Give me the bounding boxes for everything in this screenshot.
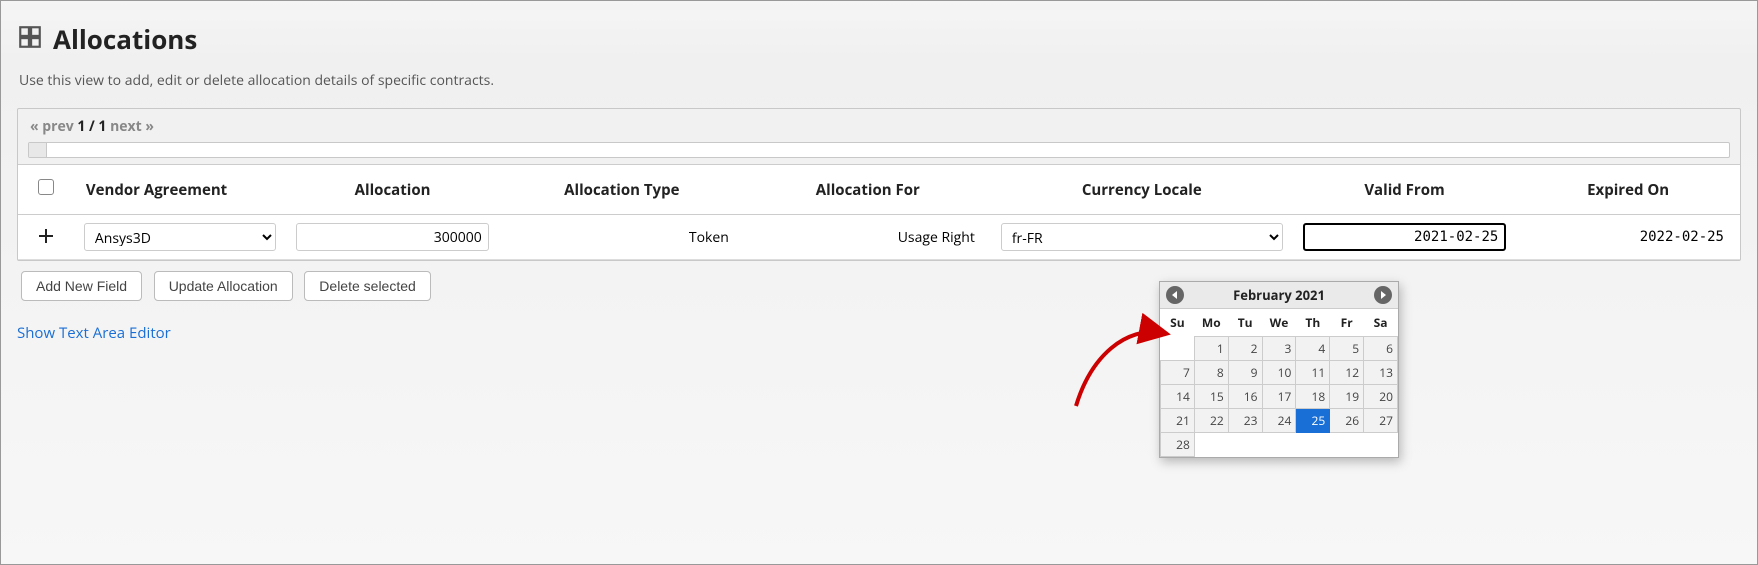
datepicker-grid: SuMoTuWeThFrSa 1234567891011121314151617… <box>1160 309 1398 457</box>
page-title: Allocations <box>53 21 197 57</box>
allocations-panel: Allocations Use this view to add, edit o… <box>0 0 1758 565</box>
add-new-field-button[interactable]: Add New Field <box>21 271 142 301</box>
allocations-table: Vendor Agreement Allocation Allocation T… <box>18 164 1740 260</box>
page-subtitle: Use this view to add, edit or delete all… <box>19 71 1741 90</box>
datepicker-day[interactable]: 26 <box>1330 409 1364 433</box>
col-currency-locale[interactable]: Currency Locale <box>991 165 1293 215</box>
col-expired-on[interactable]: Expired On <box>1516 165 1740 215</box>
datepicker-dow: Su <box>1161 309 1195 337</box>
select-all-checkbox[interactable] <box>38 179 54 195</box>
add-row-button[interactable] <box>32 223 60 251</box>
allocation-type-input[interactable] <box>509 223 735 251</box>
vendor-agreement-select[interactable]: Ansys3D <box>84 223 276 251</box>
datepicker-day[interactable]: 14 <box>1161 385 1195 409</box>
datepicker-day[interactable]: 21 <box>1161 409 1195 433</box>
datepicker-day[interactable]: 17 <box>1262 385 1296 409</box>
datepicker-day[interactable]: 19 <box>1330 385 1364 409</box>
allocations-grid-container: « prev 1 / 1 next » Vendor Agreement All… <box>17 108 1741 261</box>
datepicker-dow: We <box>1262 309 1296 337</box>
datepicker-day[interactable]: 13 <box>1364 361 1398 385</box>
datepicker-day[interactable]: 3 <box>1262 337 1296 361</box>
table-row: Ansys3D fr-FR <box>18 215 1740 260</box>
col-valid-from[interactable]: Valid From <box>1293 165 1517 215</box>
delete-selected-button[interactable]: Delete selected <box>304 271 431 301</box>
datepicker-day[interactable]: 12 <box>1330 361 1364 385</box>
scrollbar-thumb[interactable] <box>29 143 47 157</box>
pager-current: 1 / 1 <box>77 117 106 136</box>
datepicker-day[interactable]: 27 <box>1364 409 1398 433</box>
datepicker-month-label: February 2021 <box>1233 286 1325 304</box>
datepicker-dow: Fr <box>1330 309 1364 337</box>
pager-next[interactable]: next » <box>110 117 154 136</box>
datepicker-day[interactable]: 2 <box>1228 337 1262 361</box>
col-allocation[interactable]: Allocation <box>286 165 498 215</box>
expired-on-input[interactable] <box>1526 223 1730 251</box>
allocation-for-input[interactable] <box>755 223 981 251</box>
datepicker-day[interactable]: 1 <box>1194 337 1228 361</box>
datepicker-day[interactable]: 16 <box>1228 385 1262 409</box>
datepicker-day[interactable]: 11 <box>1296 361 1330 385</box>
datepicker-day[interactable]: 24 <box>1262 409 1296 433</box>
datepicker-next-icon[interactable] <box>1374 286 1392 304</box>
pager-prev[interactable]: « prev <box>30 117 74 136</box>
update-allocation-button[interactable]: Update Allocation <box>154 271 293 301</box>
datepicker-day[interactable]: 6 <box>1364 337 1398 361</box>
show-text-area-editor-link[interactable]: Show Text Area Editor <box>17 323 171 343</box>
allocation-input[interactable] <box>296 223 488 251</box>
datepicker-day[interactable]: 20 <box>1364 385 1398 409</box>
datepicker-day[interactable]: 28 <box>1161 433 1195 457</box>
datepicker-day[interactable]: 10 <box>1262 361 1296 385</box>
datepicker-day[interactable]: 9 <box>1228 361 1262 385</box>
datepicker-dow: Sa <box>1364 309 1398 337</box>
col-allocation-for[interactable]: Allocation For <box>745 165 991 215</box>
col-vendor-agreement[interactable]: Vendor Agreement <box>74 165 286 215</box>
datepicker-day[interactable]: 5 <box>1330 337 1364 361</box>
datepicker-dow: Tu <box>1228 309 1262 337</box>
datepicker-day[interactable]: 23 <box>1228 409 1262 433</box>
action-buttons: Add New Field Update Allocation Delete s… <box>17 261 1741 311</box>
datepicker-day[interactable]: 15 <box>1194 385 1228 409</box>
datepicker-prev-icon[interactable] <box>1166 286 1184 304</box>
datepicker-dow: Mo <box>1194 309 1228 337</box>
currency-locale-select[interactable]: fr-FR <box>1001 223 1283 251</box>
datepicker-day[interactable]: 8 <box>1194 361 1228 385</box>
datepicker-day[interactable]: 7 <box>1161 361 1195 385</box>
datepicker-day[interactable]: 4 <box>1296 337 1330 361</box>
datepicker-day[interactable]: 18 <box>1296 385 1330 409</box>
date-picker[interactable]: February 2021 SuMoTuWeThFrSa 12345678910… <box>1159 281 1399 458</box>
grid-icon <box>17 24 43 50</box>
datepicker-dow: Th <box>1296 309 1330 337</box>
pager: « prev 1 / 1 next » <box>18 109 1740 142</box>
datepicker-day[interactable]: 22 <box>1194 409 1228 433</box>
col-allocation-type[interactable]: Allocation Type <box>499 165 745 215</box>
valid-from-input[interactable] <box>1303 223 1507 251</box>
horizontal-scrollbar[interactable] <box>28 142 1730 158</box>
datepicker-day[interactable]: 25 <box>1296 409 1330 433</box>
